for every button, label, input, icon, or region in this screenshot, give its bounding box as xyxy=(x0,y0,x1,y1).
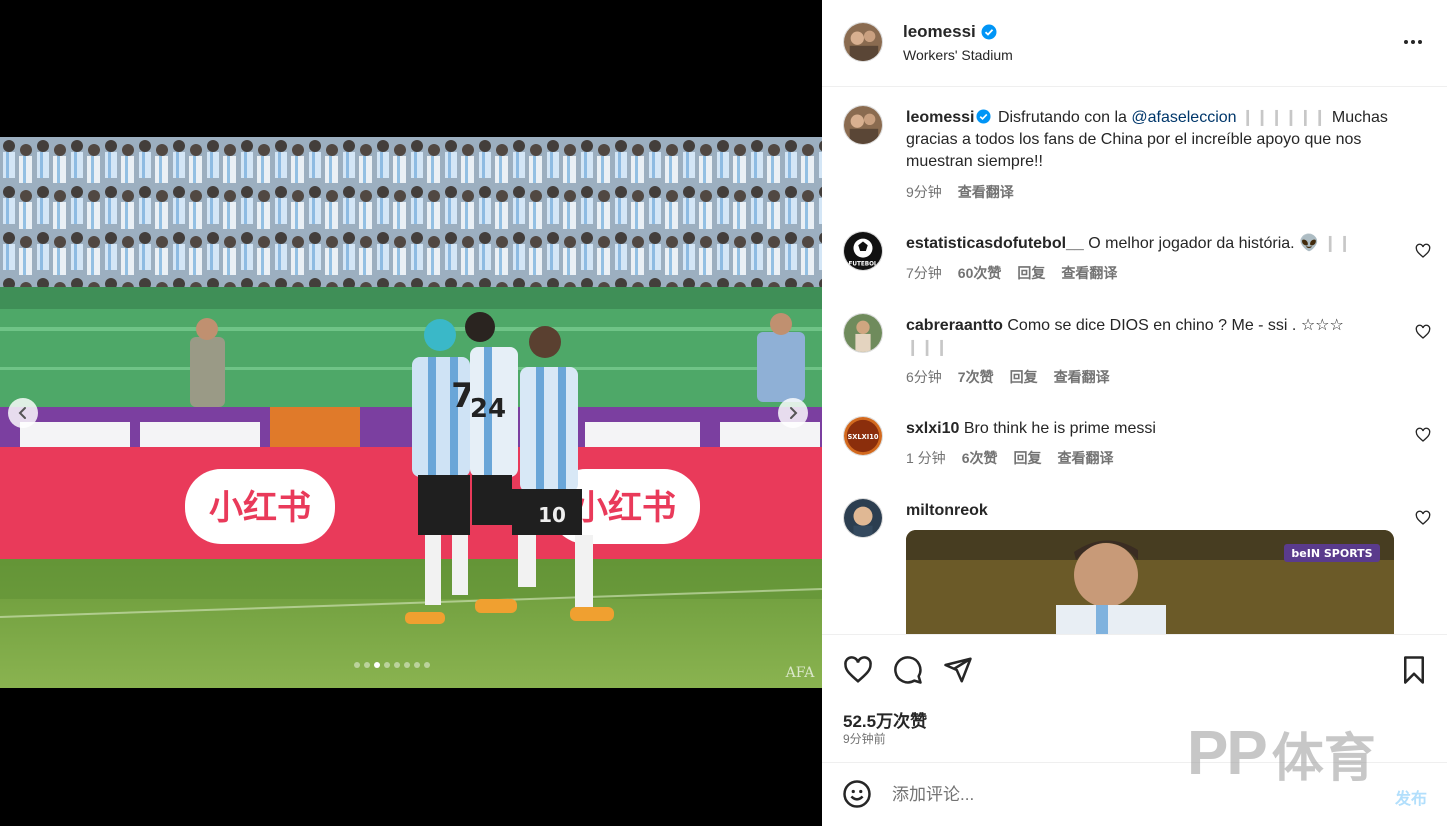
video-frame: beIN SPORTS xyxy=(906,530,1394,634)
commenter-avatar[interactable]: FUTEBOL xyxy=(843,231,883,271)
verified-badge-icon xyxy=(976,109,992,124)
heart-icon[interactable] xyxy=(1415,324,1431,340)
author-username[interactable]: leomessi xyxy=(903,22,976,42)
comments-section: leomessi Disfrutando con la @afaseleccio… xyxy=(822,88,1447,634)
comment-body: estatisticasdofutebol__ O melhor jogador… xyxy=(906,233,1396,255)
comment-body: sxlxi10 Bro think he is prime messi xyxy=(906,418,1396,440)
comment-username[interactable]: sxlxi10 xyxy=(906,420,959,437)
chevron-left-icon xyxy=(18,407,26,419)
chevron-right-icon xyxy=(790,407,798,419)
carousel-dot xyxy=(394,662,400,668)
comment-likes[interactable]: 7次赞 xyxy=(958,367,994,387)
media-pane: 小红书 小红书 7 24 10 AFA xyxy=(0,0,822,826)
heart-icon[interactable] xyxy=(1415,510,1431,526)
avatar-label: FUTEBOL xyxy=(848,261,877,267)
next-photo-button[interactable] xyxy=(778,398,808,428)
reply-button[interactable]: 回复 xyxy=(1017,263,1045,283)
more-options-button[interactable] xyxy=(1401,30,1425,54)
caption-time: 9分钟 xyxy=(906,184,942,200)
post-photo: 小红书 小红书 7 24 10 AFA xyxy=(0,137,822,688)
instagram-post-viewer: 小红书 小红书 7 24 10 AFA leomessi Workers' St… xyxy=(0,0,1447,826)
avatar-label: SXLXI10 xyxy=(848,433,879,441)
comment-item: cabreraantto Como se dice DIOS en chino … xyxy=(822,313,1447,393)
reply-button[interactable]: 回复 xyxy=(1013,448,1041,468)
comment-body: cabreraantto Como se dice DIOS en chino … xyxy=(906,315,1396,359)
translate-button[interactable]: 查看翻译 xyxy=(1057,448,1113,468)
post-details-panel: leomessi Workers' Stadium leomessi Disfr… xyxy=(822,0,1447,826)
ad-text-left: 小红书 xyxy=(209,488,311,528)
comment-likes[interactable]: 60次赞 xyxy=(958,263,1002,283)
caption-meta: 9分钟 查看翻译 xyxy=(906,182,1014,202)
jersey-number-24: 24 xyxy=(470,394,506,424)
comment-username[interactable]: estatisticasdofutebol__ xyxy=(906,235,1084,252)
carousel-dot xyxy=(374,662,380,668)
comment-video-thumbnail[interactable]: beIN SPORTS xyxy=(906,530,1394,634)
pp-sports-watermark: PP 体育 xyxy=(1187,716,1376,791)
carousel-dot xyxy=(424,662,430,668)
caption-text-before: Disfrutando con la xyxy=(997,109,1127,126)
comment-item: FUTEBOL estatisticasdofutebol__ O melhor… xyxy=(822,231,1447,291)
author-avatar[interactable] xyxy=(843,22,883,62)
stadium-photo: 小红书 小红书 7 24 10 AFA xyxy=(0,137,822,688)
commenter-avatar[interactable] xyxy=(843,313,883,353)
ad-text-right: 小红书 xyxy=(574,488,676,528)
post-caption: leomessi Disfrutando con la @afaseleccio… xyxy=(822,105,1447,205)
share-icon[interactable] xyxy=(943,655,973,685)
translate-button[interactable]: 查看翻译 xyxy=(1061,263,1117,283)
bookmark-icon[interactable] xyxy=(1399,655,1429,685)
heart-icon[interactable] xyxy=(1415,427,1431,443)
comment-body: miltonreok xyxy=(906,500,1396,522)
commenter-avatar[interactable]: SXLXI10 xyxy=(843,416,883,456)
comment-time: 7分钟 xyxy=(906,265,942,281)
watermark-text: 体育 xyxy=(1271,730,1376,788)
caption-mention[interactable]: @afaseleccion xyxy=(1131,109,1236,126)
verified-badge-icon xyxy=(981,24,997,40)
post-time: 9分钟前 xyxy=(843,732,886,746)
commenter-avatar[interactable] xyxy=(843,498,883,538)
comment-username[interactable]: cabreraantto xyxy=(906,317,1003,334)
caption-avatar[interactable] xyxy=(843,105,883,145)
emoji-icon[interactable] xyxy=(842,779,872,809)
comment-meta: 7分钟 60次赞 回复 查看翻译 xyxy=(906,263,1117,283)
comment-meta: 1 分钟 6次赞 回复 查看翻译 xyxy=(906,448,1113,468)
carousel-dot xyxy=(414,662,420,668)
reply-button[interactable]: 回复 xyxy=(1010,367,1038,387)
comment-likes[interactable]: 6次赞 xyxy=(962,448,998,468)
caption-username[interactable]: leomessi xyxy=(906,109,974,126)
comment-text: Como se dice DIOS en chino ? Me - ssi . … xyxy=(1007,317,1344,334)
comment-item: SXLXI10 sxlxi10 Bro think he is prime me… xyxy=(822,416,1447,476)
watermark-logo: PP xyxy=(1187,719,1268,788)
comment-faint-glyphs: ❙❙ xyxy=(1323,235,1353,252)
carousel-dot xyxy=(404,662,410,668)
heart-icon[interactable] xyxy=(1415,243,1431,259)
carousel-dot xyxy=(384,662,390,668)
post-header: leomessi Workers' Stadium xyxy=(822,0,1447,87)
post-location[interactable]: Workers' Stadium xyxy=(903,47,1013,63)
comment-time: 6分钟 xyxy=(906,369,942,385)
carousel-dots xyxy=(354,662,430,668)
comment-username[interactable]: miltonreok xyxy=(906,502,988,519)
caption-faint-glyphs: ❙❙❙❙❙❙ xyxy=(1241,109,1328,126)
previous-photo-button[interactable] xyxy=(8,398,38,428)
comment-faint-glyphs: ❙❙❙ xyxy=(906,339,950,356)
caption-text: leomessi Disfrutando con la @afaseleccio… xyxy=(906,107,1396,173)
comment-text: O melhor jogador da história. 👽 xyxy=(1088,235,1319,252)
carousel-dot xyxy=(364,662,370,668)
carousel-dot xyxy=(354,662,360,668)
like-count[interactable]: 52.5万次赞 xyxy=(843,707,927,732)
comment-text: Bro think he is prime messi xyxy=(963,420,1156,437)
comment-meta: 6分钟 7次赞 回复 查看翻译 xyxy=(906,367,1110,387)
video-badge: beIN SPORTS xyxy=(1291,547,1372,560)
comment-icon[interactable] xyxy=(893,655,923,685)
post-comment-button[interactable]: 发布 xyxy=(1395,785,1427,809)
afa-watermark: AFA xyxy=(785,665,816,681)
caption-translate-button[interactable]: 查看翻译 xyxy=(958,182,1014,202)
comment-time: 1 分钟 xyxy=(906,450,946,466)
translate-button[interactable]: 查看翻译 xyxy=(1054,367,1110,387)
jersey-number-10: 10 xyxy=(538,503,566,527)
like-icon[interactable] xyxy=(843,655,873,685)
